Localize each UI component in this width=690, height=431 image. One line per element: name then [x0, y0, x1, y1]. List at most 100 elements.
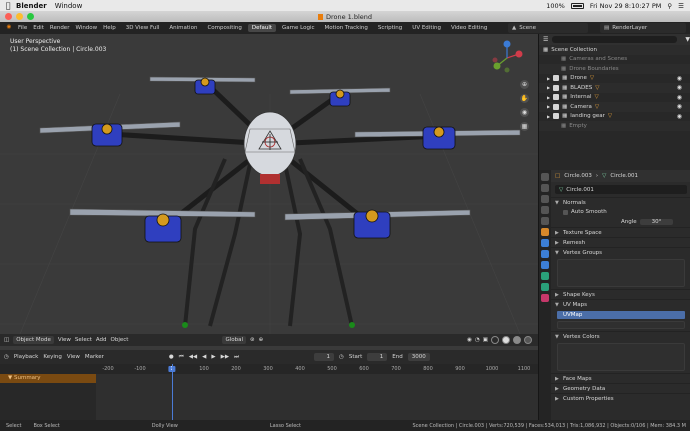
output-tab-icon[interactable] — [541, 195, 549, 203]
section-texture-space[interactable]: ▶ Texture Space — [551, 227, 690, 237]
vertex-colors-list[interactable] — [557, 343, 685, 371]
hand-pan-icon[interactable]: ✋ — [520, 94, 529, 103]
section-normals[interactable]: ▼ Normals — [551, 197, 690, 207]
outliner-item[interactable]: ▶ ▦ BLADES ▽ ◉ — [539, 83, 690, 93]
minimize-window-button[interactable] — [16, 13, 23, 20]
menu-list-icon[interactable]: ☰ — [678, 2, 684, 10]
blender-logo-icon[interactable]: ◉ — [3, 24, 15, 32]
eye-icon[interactable]: ◉ — [677, 84, 682, 91]
scene-selector[interactable]: ▲ Scene — [508, 23, 588, 33]
outliner-item[interactable]: ▶ ▦ landing gear ▽ ◉ — [539, 112, 690, 122]
object-tab-icon[interactable] — [541, 228, 549, 236]
render-tab-icon[interactable] — [541, 184, 549, 192]
collection-checkbox[interactable] — [553, 84, 560, 91]
outliner-item[interactable]: ▶ ▦ Internal ▽ ◉ — [539, 93, 690, 103]
expand-arrow-icon[interactable]: ▶ — [547, 104, 550, 109]
section-vertex-colors[interactable]: ▼ Vertex Colors — [551, 331, 690, 341]
expand-arrow-icon[interactable]: ▶ — [547, 95, 550, 100]
tab-scripting[interactable]: Scripting — [374, 24, 406, 32]
snap-icon[interactable]: ⊕ — [259, 337, 264, 343]
object-menu[interactable]: Object — [111, 337, 129, 343]
clock-icon[interactable]: ◷ — [339, 354, 344, 360]
drone-scene[interactable] — [0, 34, 538, 334]
render-menu[interactable]: Render — [50, 25, 70, 31]
visibility-icon[interactable]: ◉ — [467, 337, 472, 343]
editor-type-icon[interactable]: ◫ — [4, 337, 9, 343]
outliner-item[interactable]: ▶ ▦ Camera ▽ ◉ — [539, 102, 690, 112]
tab-uv-editing[interactable]: UV Editing — [408, 24, 445, 32]
object-mode-dropdown[interactable]: Object Mode — [13, 336, 54, 344]
section-remesh[interactable]: ▶ Remesh — [551, 237, 690, 247]
section-custom-properties[interactable]: ▶ Custom Properties — [551, 393, 690, 403]
close-window-button[interactable] — [5, 13, 12, 20]
zoom-icon[interactable]: ⊕ — [520, 80, 529, 89]
transform-orientation-dropdown[interactable]: Global — [222, 336, 247, 344]
search-icon[interactable]: ⚲ — [667, 2, 672, 10]
viewport-3d[interactable]: User Perspective (1) Scene Collection | … — [0, 34, 538, 350]
expand-arrow-icon[interactable]: ▶ — [547, 114, 550, 119]
record-icon[interactable]: ● — [169, 354, 174, 360]
window-menu-blender[interactable]: Window — [75, 25, 97, 31]
auto-smooth-row[interactable]: Auto Smooth — [551, 207, 690, 217]
eye-icon[interactable]: ◉ — [677, 113, 682, 120]
axis-gizmo[interactable] — [488, 40, 526, 74]
mesh-name-field[interactable]: ▽ Circle.001 — [555, 185, 687, 194]
prev-key-icon[interactable]: ◀◀ — [189, 354, 197, 360]
collection-checkbox[interactable] — [553, 75, 560, 82]
window-menu[interactable]: Window — [55, 2, 83, 10]
solid-shading-icon[interactable] — [502, 336, 510, 344]
summary-channel[interactable]: ▼ Summary — [0, 374, 96, 383]
play-icon[interactable]: ▶ — [211, 354, 215, 360]
zoom-window-button[interactable] — [27, 13, 34, 20]
tab-default[interactable]: Default — [247, 24, 277, 32]
render-layer-selector[interactable]: ▤ RenderLayer — [600, 23, 686, 33]
jump-start-icon[interactable]: ⏮ — [179, 354, 184, 361]
section-geometry-data[interactable]: ▶ Geometry Data — [551, 383, 690, 393]
apple-icon[interactable]:  — [0, 1, 16, 10]
section-face-maps[interactable]: ▶ Face Maps — [551, 373, 690, 383]
section-shape-keys[interactable]: ▶ Shape Keys — [551, 289, 690, 299]
eye-icon[interactable]: ◉ — [677, 103, 682, 110]
scene-tab-icon[interactable] — [541, 206, 549, 214]
edit-menu[interactable]: Edit — [33, 25, 44, 31]
physics-tab-icon[interactable] — [541, 261, 549, 269]
jump-end-icon[interactable]: ⏭ — [234, 354, 239, 361]
vertex-groups-list[interactable] — [557, 259, 685, 287]
expand-arrow-icon[interactable]: ▶ — [547, 85, 550, 90]
grid-toggle-icon[interactable]: ▦ — [520, 122, 529, 131]
outliner-editor-icon[interactable]: ☰ — [543, 36, 548, 43]
outliner-item[interactable]: ▦ Cameras and Scenes — [539, 55, 690, 65]
next-key-icon[interactable]: ▶▶ — [221, 354, 229, 360]
pivot-icon[interactable]: ⊛ — [250, 337, 255, 343]
play-reverse-icon[interactable]: ◀ — [202, 354, 206, 360]
marker-menu[interactable]: Marker — [85, 354, 104, 360]
expand-arrow-icon[interactable]: ▶ — [547, 76, 550, 81]
add-menu[interactable]: Add — [96, 337, 107, 343]
outliner-item[interactable]: ▶ ▦ Drone ▽ ◉ — [539, 74, 690, 84]
battery-icon[interactable] — [570, 2, 584, 9]
timeline-body[interactable]: ▼ Summary — [0, 374, 538, 420]
outliner-search-input[interactable] — [552, 36, 678, 43]
overlay-icon[interactable]: ◔ — [475, 337, 480, 343]
particles-tab-icon[interactable] — [541, 250, 549, 258]
rendered-shading-icon[interactable] — [524, 336, 532, 344]
eye-icon[interactable]: ◉ — [677, 94, 682, 101]
playback-menu[interactable]: Playback — [14, 354, 39, 360]
section-uv-maps[interactable]: ▼ UV Maps — [551, 299, 690, 309]
timeline-view-menu[interactable]: View — [67, 354, 80, 360]
clock[interactable]: Fri Nov 29 8:10:27 PM — [590, 2, 662, 10]
xray-icon[interactable]: ▣ — [483, 337, 488, 343]
tool-tab-icon[interactable] — [541, 173, 549, 181]
eye-icon[interactable]: ◉ — [677, 75, 682, 82]
tab-animation[interactable]: Animation — [165, 24, 201, 32]
mesh-data-tab-icon[interactable] — [541, 283, 549, 291]
timeline-ruler[interactable]: -200 -100 1100 200 300 400 500 600 700 800 900 1000… — [0, 364, 538, 374]
help-menu[interactable]: Help — [103, 25, 116, 31]
tab-game-logic[interactable]: Game Logic — [278, 24, 319, 32]
camera-view-icon[interactable]: ◉ — [520, 108, 529, 117]
start-frame-field[interactable]: 1 — [367, 353, 388, 361]
constraints-tab-icon[interactable] — [541, 272, 549, 280]
material-shading-icon[interactable] — [513, 336, 521, 344]
auto-smooth-checkbox[interactable] — [563, 209, 568, 215]
modifier-tab-icon[interactable] — [541, 239, 549, 247]
